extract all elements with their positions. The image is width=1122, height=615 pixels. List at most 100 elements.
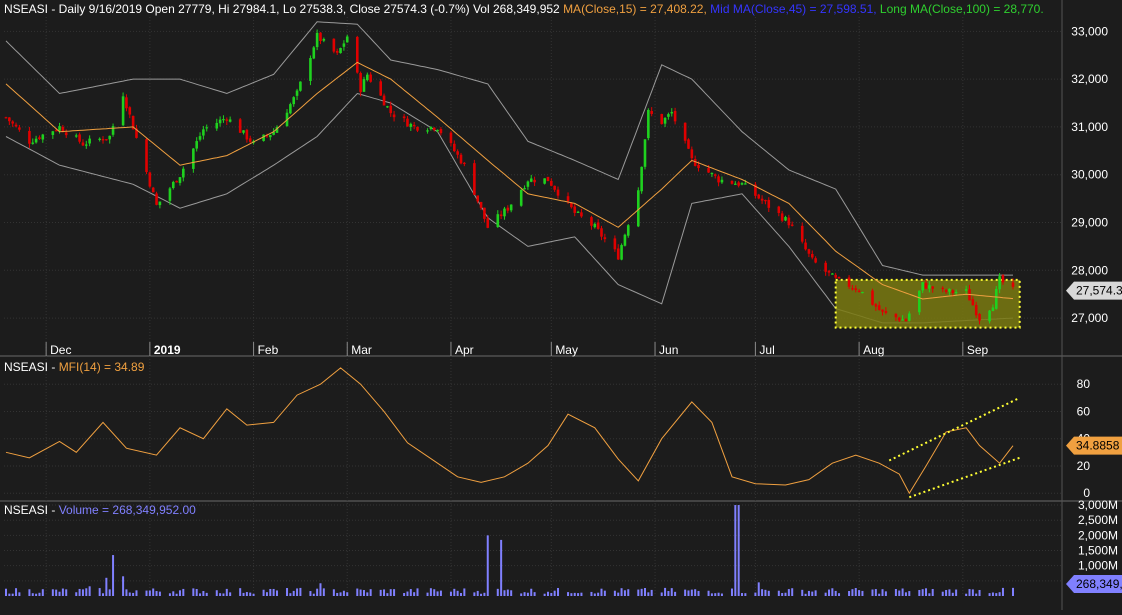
mfi-legend: MFI(14) = 34.89 (58, 360, 145, 374)
volume-bar (336, 592, 339, 596)
volume-bar (322, 588, 325, 596)
volume-bar (577, 593, 580, 596)
down-candle-body (971, 299, 975, 306)
up-candle-body (503, 208, 506, 217)
down-candle-body (777, 206, 781, 213)
volume-tick-label: 2,500M (1078, 513, 1118, 527)
up-candle-body (345, 36, 349, 43)
volume-bar (734, 505, 737, 596)
up-candle-body (991, 307, 995, 312)
mid-ma-legend: Mid MA(Close,45) = 27,598.51, (710, 2, 877, 16)
volume-bar (346, 592, 349, 596)
up-candle-body (436, 129, 439, 132)
volume-bar (647, 592, 650, 596)
volume-bar (362, 590, 365, 596)
down-candle-body (553, 185, 556, 190)
down-candle-body (533, 179, 536, 183)
down-candle-body (810, 254, 814, 258)
volume-bar (55, 589, 58, 596)
volume-bar (730, 588, 733, 596)
up-candle-body (31, 142, 35, 144)
down-candle-body (660, 114, 664, 125)
volume-bar (249, 592, 252, 596)
up-candle-body (954, 291, 958, 294)
down-candle-body (506, 207, 510, 211)
volume-bar (991, 592, 994, 596)
last-price-tag: 27,574.3 (1066, 281, 1122, 300)
down-candle-body (897, 317, 901, 321)
up-candle-body (88, 138, 91, 144)
volume-bar (781, 593, 784, 596)
up-candle-body (228, 119, 232, 122)
volume-bar (660, 592, 663, 596)
down-candle-body (790, 224, 794, 226)
volume-bar (480, 593, 483, 596)
volume-bar (694, 589, 697, 596)
volume-bar (413, 592, 416, 596)
volume-bar (590, 591, 593, 596)
volume-bar (546, 591, 549, 596)
volume-bar (409, 589, 412, 596)
volume-bar (65, 589, 68, 596)
volume-bar (199, 593, 202, 596)
volume-bar (674, 591, 677, 596)
last-price-tag-text: 27,574.3 (1076, 284, 1122, 298)
volume-bar (473, 592, 476, 596)
volume-bar (898, 590, 901, 596)
down-candle-body (566, 196, 570, 202)
up-candle-body (409, 123, 413, 127)
volume-bar (567, 592, 570, 596)
down-candle-body (483, 207, 486, 219)
volume-bar (690, 589, 693, 596)
up-candle-body (509, 204, 513, 211)
volume-bar (814, 590, 817, 596)
volume-bar (456, 590, 459, 596)
down-candle-body (155, 193, 158, 205)
up-candle-body (192, 148, 195, 169)
up-candle-body (663, 117, 667, 124)
volume-bar (366, 592, 369, 596)
volume-bar (948, 589, 951, 596)
volume-bar (834, 590, 837, 596)
mfi-trendline (908, 456, 1021, 499)
down-candle-body (827, 270, 831, 273)
down-candle-body (479, 201, 483, 208)
volume-bar (543, 593, 546, 596)
up-candle-body (362, 79, 366, 92)
up-candle-body (720, 179, 724, 183)
volume-bar (1012, 587, 1014, 596)
volume-bar (312, 593, 315, 596)
volume-bar (98, 588, 101, 596)
up-candle-body (576, 211, 580, 213)
up-candle-body (198, 136, 202, 140)
volume-bar (831, 588, 834, 596)
chart-canvas[interactable]: 33,000 32,000 31,000 30,000 29,000 28,000 27,0… (0, 0, 1122, 610)
volume-bar (767, 590, 770, 596)
month-label: 2019 (154, 343, 181, 357)
down-candle-body (787, 217, 791, 226)
volume-bar (754, 592, 757, 596)
volume-bar (684, 589, 687, 596)
down-candle-body (125, 97, 128, 109)
down-candle-body (319, 32, 322, 42)
up-candle-body (523, 188, 526, 190)
volume-bar (523, 592, 526, 596)
down-candle-body (780, 213, 784, 221)
volume-bar (557, 587, 560, 596)
up-candle-body (620, 245, 623, 260)
volume-bar (108, 589, 111, 596)
up-candle-body (640, 166, 643, 192)
volume-bar (533, 592, 536, 596)
down-candle-body (764, 200, 767, 202)
volume-bar (670, 588, 673, 596)
down-candle-body (854, 288, 858, 291)
down-candle-body (613, 238, 617, 250)
volume-bar (289, 593, 292, 596)
down-candle-body (392, 114, 396, 118)
up-candle-body (322, 38, 326, 41)
volume-bar (874, 589, 877, 596)
up-candle-body (928, 285, 931, 289)
down-candle-body (175, 180, 178, 183)
last-volume-tag-text: 268,349,9 (1076, 577, 1122, 591)
month-label: Sep (967, 343, 989, 357)
